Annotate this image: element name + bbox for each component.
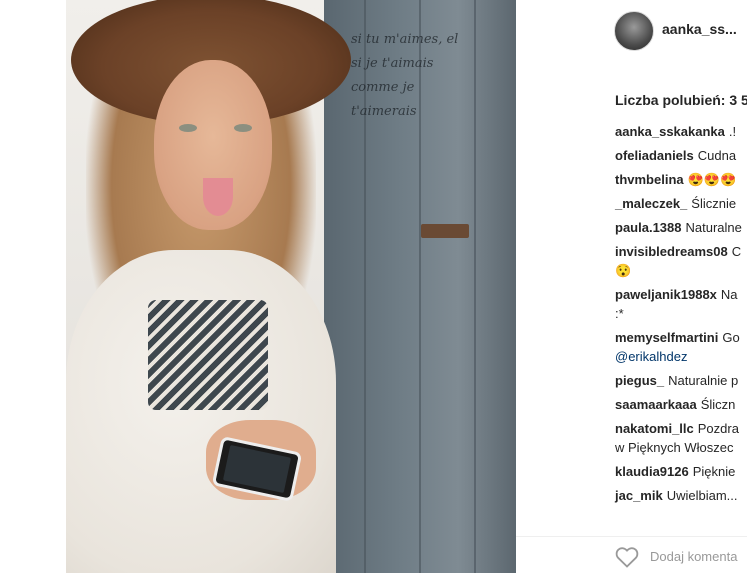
post-header: aanka_ss...: [516, 0, 747, 66]
comment-text: Cudna: [697, 148, 737, 163]
comment-text: Śliczn: [700, 397, 736, 412]
comment-item: memyselfmartini Go @erikalhdez: [615, 328, 747, 366]
comment-item: _maleczek_ Ślicznie: [615, 194, 747, 213]
comment-text: Na: [720, 287, 738, 302]
comment-item: paweljanik1988x Na :*: [615, 285, 747, 323]
door-latch: [421, 224, 469, 238]
person-blouse: [66, 250, 336, 573]
comment-username[interactable]: thvmbelina: [615, 172, 684, 187]
comment-text-continued: 😯: [615, 263, 632, 278]
comment-username[interactable]: paweljanik1988x: [615, 287, 717, 302]
comment-text: Pozdra: [697, 421, 739, 436]
comments-list: aanka_sskakanka.! ofeliadaniels Cudna thvmb…: [615, 122, 747, 510]
left-eye: [179, 124, 197, 132]
comment-username[interactable]: ofeliadaniels: [615, 148, 694, 163]
comment-username[interactable]: _maleczek_: [615, 196, 687, 211]
comment-text: Naturalnie p: [668, 373, 739, 388]
comment-username[interactable]: piegus_: [615, 373, 664, 388]
heart-icon[interactable]: [615, 546, 639, 568]
comment-item: paula.1388 Naturalne: [615, 218, 747, 237]
comment-item: klaudia9126 Pięknie: [615, 462, 747, 481]
comment-username[interactable]: paula.1388: [615, 220, 682, 235]
comment-text: Uwielbiam...: [666, 488, 738, 503]
comment-item: jac_mik Uwielbiam...: [615, 486, 747, 505]
comment-item: nakatomi_llc Pozdra w Pięknych Włoszec: [615, 419, 747, 457]
comment-username[interactable]: memyselfmartini: [615, 330, 718, 345]
comment-text: Go: [722, 330, 740, 345]
comment-username[interactable]: klaudia9126: [615, 464, 689, 479]
comment-username[interactable]: jac_mik: [615, 488, 663, 503]
tongue: [203, 178, 233, 216]
comment-item: piegus_ Naturalnie p: [615, 371, 747, 390]
comment-text: .!: [728, 124, 737, 139]
comment-item: thvmbelina 😍😍😍: [615, 170, 747, 189]
blouse-embroidery: [148, 300, 268, 410]
comment-username[interactable]: saamaarkaaa: [615, 397, 697, 412]
door-graffiti: si tu m'aimes, el si je t'aimais comme j…: [351, 32, 459, 119]
comment-text: 😍😍😍: [687, 172, 737, 187]
comment-text: Pięknie: [692, 464, 736, 479]
post-footer: Dodaj komenta: [516, 536, 747, 573]
comment-item: saamaarkaaa Śliczn: [615, 395, 747, 414]
comment-item: invisibledreams08 C 😯: [615, 242, 747, 280]
post-photo[interactable]: si tu m'aimes, el si je t'aimais comme j…: [66, 0, 516, 573]
username-link[interactable]: aanka_ss...: [662, 21, 737, 37]
mention-link[interactable]: @erikalhdez: [615, 347, 747, 366]
comment-text: Naturalne: [685, 220, 742, 235]
comment-text-continued: w Pięknych Włoszec: [615, 440, 734, 455]
comment-item: aanka_sskakanka.!: [615, 122, 747, 141]
add-comment-input[interactable]: Dodaj komenta: [650, 549, 737, 564]
comment-text: C: [731, 244, 742, 259]
comment-text-continued: :*: [615, 306, 624, 321]
avatar[interactable]: [614, 11, 654, 51]
likes-count[interactable]: Liczba polubień: 3 5: [615, 92, 747, 108]
right-eye: [234, 124, 252, 132]
comment-item: ofeliadaniels Cudna: [615, 146, 747, 165]
post-sidebar: aanka_ss... Liczba polubień: 3 5 aanka_s…: [516, 0, 747, 573]
comment-text: Ślicznie: [691, 196, 737, 211]
comment-username[interactable]: invisibledreams08: [615, 244, 728, 259]
comment-username[interactable]: nakatomi_llc: [615, 421, 694, 436]
comment-username[interactable]: aanka_sskakanka: [615, 124, 725, 139]
